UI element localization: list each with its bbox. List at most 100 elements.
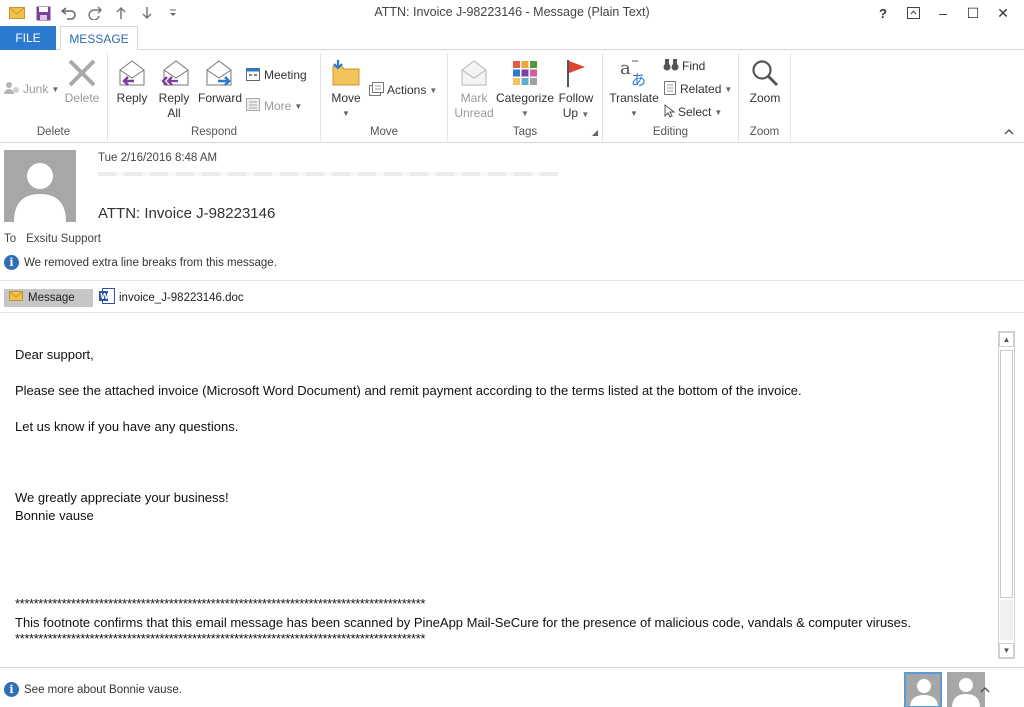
junk-label: Junk bbox=[23, 82, 49, 96]
cursor-icon bbox=[663, 103, 676, 121]
maximize-button[interactable]: ☐ bbox=[958, 2, 988, 24]
select-label: Select bbox=[678, 105, 712, 119]
delete-x-icon bbox=[65, 57, 99, 89]
tags-dialog-launcher-icon[interactable]: ◢ bbox=[592, 128, 598, 137]
scrollbar-thumb[interactable] bbox=[1000, 350, 1013, 598]
select-button[interactable]: Select ▼ bbox=[663, 102, 722, 122]
people-pane: i See more about Bonnie vause. bbox=[0, 667, 1024, 707]
body-line: ****************************************… bbox=[15, 631, 425, 646]
mark-unread-label-1: Mark bbox=[460, 91, 488, 105]
more-respond-button[interactable]: More ▼ bbox=[246, 96, 302, 116]
delete-group-label: Delete bbox=[36, 126, 71, 138]
binoculars-icon bbox=[663, 58, 679, 75]
collapse-ribbon-icon[interactable] bbox=[1004, 127, 1014, 138]
reply-label: Reply bbox=[116, 91, 148, 105]
translate-button[interactable]: aあ Translate ▼ bbox=[606, 57, 662, 121]
junk-icon bbox=[4, 81, 20, 98]
body-line: Bonnie vause bbox=[15, 508, 94, 523]
follow-up-button[interactable]: Follow Up ▼ bbox=[556, 57, 596, 122]
word-document-icon: W bbox=[99, 288, 115, 307]
delete-button[interactable]: Delete bbox=[62, 57, 102, 106]
info-icon: i bbox=[4, 255, 19, 270]
move-label: Move bbox=[331, 91, 361, 105]
message-tab-label: Message bbox=[28, 291, 75, 304]
chevron-down-icon: ▼ bbox=[630, 109, 638, 118]
reply-all-button[interactable]: Reply All bbox=[156, 57, 192, 121]
sender-avatar[interactable] bbox=[4, 150, 76, 222]
reply-button[interactable]: Reply bbox=[114, 57, 150, 106]
delete-group: Junk ▼ Delete Delete bbox=[0, 53, 108, 141]
delete-label: Delete bbox=[64, 91, 100, 105]
categorize-button[interactable]: Categorize ▼ bbox=[496, 57, 554, 121]
attachment-file[interactable]: W invoice_J-98223146.doc bbox=[99, 288, 244, 307]
reply-all-label-1: Reply bbox=[158, 91, 190, 105]
calendar-icon bbox=[246, 67, 261, 84]
related-button[interactable]: Related ▼ bbox=[663, 79, 732, 99]
follow-up-label-2-wrap: Up ▼ bbox=[563, 106, 590, 122]
follow-up-label-1: Follow bbox=[558, 91, 594, 105]
tab-file[interactable]: FILE bbox=[0, 26, 56, 50]
attachment-row: Message W invoice_J-98223146.doc bbox=[4, 288, 244, 307]
collapse-people-pane-icon[interactable] bbox=[980, 684, 990, 696]
actions-label: Actions bbox=[387, 83, 427, 97]
see-more-row[interactable]: i See more about Bonnie vause. bbox=[4, 682, 182, 697]
find-button[interactable]: Find bbox=[663, 56, 705, 76]
body-line: Dear support, bbox=[15, 347, 94, 362]
reply-icon bbox=[115, 57, 149, 89]
flag-icon bbox=[559, 57, 593, 89]
ribbon: Junk ▼ Delete Delete Reply Reply All For… bbox=[0, 50, 1024, 143]
title-bar: ATTN: Invoice J-98223146 - Message (Plai… bbox=[0, 0, 1024, 26]
zoom-button[interactable]: Zoom bbox=[745, 57, 785, 106]
body-line: Let us know if you have any questions. bbox=[15, 419, 239, 434]
reply-all-label-2: All bbox=[167, 106, 181, 120]
info-icon: i bbox=[4, 682, 19, 697]
ribbon-display-options-button[interactable] bbox=[898, 2, 928, 24]
tab-message[interactable]: MESSAGE bbox=[60, 26, 138, 51]
message-subject: ATTN: Invoice J-98223146 bbox=[98, 205, 276, 222]
message-attachment-tab[interactable]: Message bbox=[4, 288, 93, 307]
respond-group-label: Respond bbox=[190, 126, 238, 138]
people-avatar-selected[interactable] bbox=[904, 672, 942, 707]
translate-icon: aあ bbox=[617, 57, 651, 89]
scroll-up-icon[interactable]: ▲ bbox=[999, 332, 1014, 347]
more-icon bbox=[246, 97, 261, 115]
info-bar[interactable]: i We removed extra line breaks from this… bbox=[4, 255, 277, 270]
message-body[interactable]: Dear support, Please see the attached in… bbox=[0, 313, 1024, 667]
scrollbar-track[interactable] bbox=[1000, 600, 1013, 640]
body-scrollbar[interactable]: ▲ ▼ bbox=[998, 331, 1015, 659]
chevron-down-icon: ▼ bbox=[294, 101, 303, 111]
svg-text:あ: あ bbox=[631, 71, 646, 88]
junk-button[interactable]: Junk ▼ bbox=[4, 79, 59, 99]
chevron-down-icon: ▼ bbox=[51, 84, 60, 94]
to-row: To Exsitu Support bbox=[4, 233, 101, 245]
minimize-button[interactable]: – bbox=[928, 2, 958, 24]
related-label: Related bbox=[680, 82, 722, 96]
chevron-down-icon: ▼ bbox=[581, 110, 590, 119]
editing-group-label: Editing bbox=[652, 126, 689, 138]
mark-unread-icon bbox=[457, 57, 491, 89]
translate-label: Translate bbox=[609, 91, 659, 105]
actions-icon bbox=[369, 81, 384, 99]
to-label: To bbox=[4, 233, 17, 245]
actions-button[interactable]: Actions ▼ bbox=[369, 80, 437, 100]
folder-move-icon bbox=[329, 57, 363, 89]
find-label: Find bbox=[682, 59, 706, 73]
forward-label: Forward bbox=[197, 91, 242, 105]
redacted-sender bbox=[98, 172, 558, 176]
mark-unread-label-2: Unread bbox=[454, 106, 494, 120]
body-line: ****************************************… bbox=[15, 596, 425, 611]
forward-button[interactable]: Forward bbox=[196, 57, 244, 106]
body-line: We greatly appreciate your business! bbox=[15, 490, 229, 505]
move-group: Move ▼ Actions ▼ Move bbox=[321, 53, 448, 141]
editing-group: aあ Translate ▼ Find Related ▼ Select ▼ E… bbox=[603, 53, 739, 141]
help-button[interactable]: ? bbox=[868, 2, 898, 24]
meeting-button[interactable]: Meeting bbox=[246, 65, 307, 85]
chevron-down-icon: ▼ bbox=[429, 85, 438, 95]
close-button[interactable]: ✕ bbox=[988, 2, 1018, 24]
body-line: Please see the attached invoice (Microso… bbox=[15, 383, 802, 398]
scroll-down-icon[interactable]: ▼ bbox=[999, 643, 1014, 658]
to-recipient[interactable]: Exsitu Support bbox=[26, 233, 101, 245]
attachment-file-name: invoice_J-98223146.doc bbox=[119, 291, 244, 304]
move-button[interactable]: Move ▼ bbox=[327, 57, 365, 121]
mark-unread-button[interactable]: Mark Unread bbox=[452, 57, 496, 121]
